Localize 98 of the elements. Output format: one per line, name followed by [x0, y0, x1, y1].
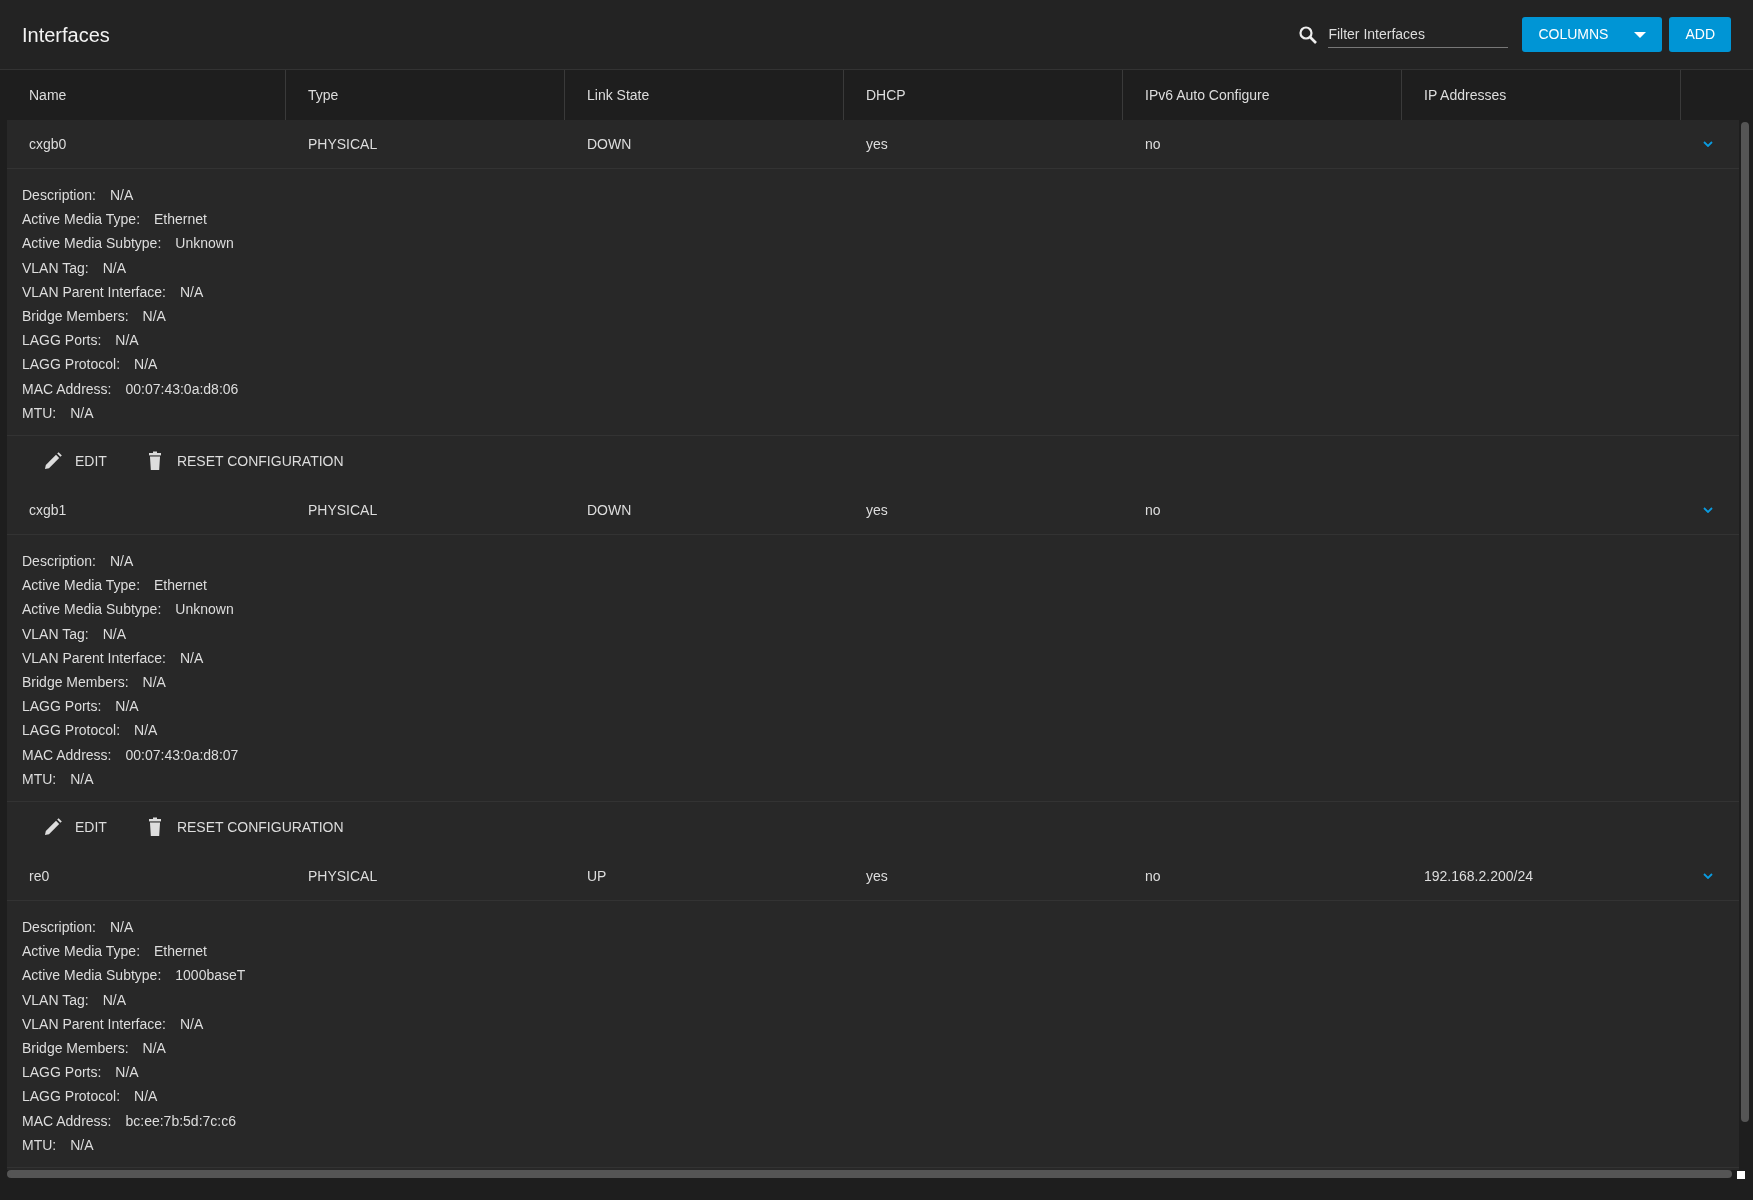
reset-configuration-button[interactable]: RESET CONFIGURATION: [138, 812, 350, 842]
pencil-icon: [43, 817, 63, 838]
detail-label: Active Media Type:: [22, 943, 141, 960]
column-header[interactable]: Link State: [565, 70, 844, 120]
table-cell-text: UP: [586, 866, 608, 886]
column-header[interactable]: DHCP: [844, 70, 1123, 120]
detail-value: N/A: [109, 187, 134, 203]
detail-label: LAGG Ports:: [22, 332, 102, 349]
detail-label: Active Media Type:: [22, 577, 141, 594]
detail-label: MTU:: [22, 1136, 57, 1153]
detail-value: Unknown: [175, 601, 234, 618]
detail-label: VLAN Tag:: [22, 625, 89, 642]
detail-value: N/A: [134, 722, 158, 739]
detail-value: N/A: [179, 283, 204, 300]
detail-label: Description:: [22, 553, 96, 570]
detail-label: VLAN Tag:: [22, 991, 89, 1008]
detail-value: N/A: [115, 332, 139, 349]
detail-label: MTU:: [22, 404, 57, 421]
detail-label: Active Media Subtype:: [22, 601, 162, 618]
detail-value: N/A: [115, 1064, 139, 1081]
detail-value: 00:07:43:0a:d8:06: [125, 380, 239, 397]
chevron-icon[interactable]: [1703, 507, 1713, 514]
table-cell-text: DOWN: [586, 134, 633, 154]
detail-value: N/A: [109, 919, 134, 936]
table-cell-text: yes: [865, 500, 889, 520]
detail-value: Unknown: [175, 235, 234, 252]
table-cell-text: re0: [28, 866, 51, 886]
detail-value: N/A: [70, 1136, 94, 1153]
detail-label: Bridge Members:: [22, 1040, 129, 1057]
horizontal-scrollbar[interactable]: [7, 1170, 1732, 1178]
detail-value: N/A: [70, 404, 94, 421]
detail-value: N/A: [70, 770, 94, 787]
chevron-icon[interactable]: [1703, 141, 1713, 147]
detail-value: 1000baseT: [175, 967, 246, 984]
table-cell-text: DOWN: [586, 500, 633, 520]
detail-value: N/A: [102, 625, 126, 642]
detail-label: VLAN Tag:: [22, 259, 89, 276]
detail-label: Description:: [22, 919, 96, 936]
detail-label: Bridge Members:: [22, 674, 129, 691]
detail-value: Ethernet: [154, 211, 207, 228]
detail-value: bc:ee:7b:5d:7c:c6: [125, 1112, 236, 1129]
detail-label: LAGG Ports:: [22, 1064, 102, 1081]
table-cell-text: PHYSICAL: [307, 134, 379, 154]
detail-label: MAC Address:: [22, 380, 112, 397]
detail-label: Active Media Type:: [22, 211, 141, 228]
detail-label: LAGG Ports:: [22, 698, 102, 715]
detail-value: N/A: [102, 259, 126, 276]
detail-label: Description:: [22, 187, 96, 203]
page-title: Interfaces: [22, 22, 110, 47]
detail-value: 00:07:43:0a:d8:07: [125, 746, 239, 763]
table-cell-text: no: [1144, 500, 1162, 520]
table-cell-text: cxgb0: [28, 134, 68, 154]
detail-label: MTU:: [22, 770, 57, 787]
chevron-icon[interactable]: [1703, 873, 1713, 880]
detail-label: Active Media Subtype:: [22, 967, 162, 984]
table-cell-text: 192.168.2.200/24: [1423, 866, 1534, 886]
caret-icon: [1634, 31, 1647, 38]
detail-value: N/A: [134, 1088, 158, 1105]
detail-value: N/A: [134, 356, 158, 373]
detail-value: N/A: [142, 674, 166, 691]
table-cell-text: yes: [865, 134, 889, 154]
scroll-corner: [1737, 1171, 1745, 1179]
detail-label: MAC Address:: [22, 1112, 112, 1129]
detail-label: VLAN Parent Interface:: [22, 283, 166, 300]
detail-label: LAGG Protocol:: [22, 356, 121, 373]
detail-value: N/A: [179, 649, 204, 666]
edit-button[interactable]: EDIT: [37, 446, 113, 476]
table-cell-text: yes: [865, 866, 889, 886]
detail-label: LAGG Protocol:: [22, 1088, 121, 1105]
detail-label: Active Media Subtype:: [22, 235, 162, 252]
detail-value: N/A: [115, 698, 139, 715]
detail-label: MAC Address:: [22, 746, 112, 763]
detail-value: N/A: [142, 1040, 166, 1057]
column-header[interactable]: IP Addresses: [1402, 70, 1681, 120]
detail-value: N/A: [102, 991, 126, 1008]
detail-value: N/A: [179, 1015, 204, 1032]
detail-label: VLAN Parent Interface:: [22, 1015, 166, 1032]
filter-field[interactable]: Filter Interfaces: [1328, 21, 1509, 48]
detail-label: Bridge Members:: [22, 308, 129, 324]
detail-value: N/A: [142, 308, 166, 324]
pencil-icon: [43, 451, 63, 472]
table-cell-text: no: [1144, 866, 1162, 886]
search-icon: [1298, 24, 1319, 45]
detail-label: VLAN Parent Interface:: [22, 649, 166, 666]
table-cell-text: cxgb1: [28, 500, 68, 520]
table-cell-text: no: [1144, 134, 1162, 154]
detail-value: N/A: [109, 553, 134, 570]
reset-configuration-button[interactable]: RESET CONFIGURATION: [138, 446, 350, 476]
column-header[interactable]: Type: [286, 70, 565, 120]
table-cell-text: PHYSICAL: [307, 866, 379, 886]
column-header[interactable]: IPv6 Auto Configure: [1123, 70, 1402, 120]
column-header[interactable]: Name: [7, 70, 286, 120]
table-cell-text: PHYSICAL: [307, 500, 379, 520]
edit-button[interactable]: EDIT: [37, 812, 113, 842]
detail-value: Ethernet: [154, 943, 207, 960]
detail-label: LAGG Protocol:: [22, 722, 121, 739]
detail-value: Ethernet: [154, 577, 207, 594]
vertical-scrollbar[interactable]: [1741, 122, 1749, 1122]
